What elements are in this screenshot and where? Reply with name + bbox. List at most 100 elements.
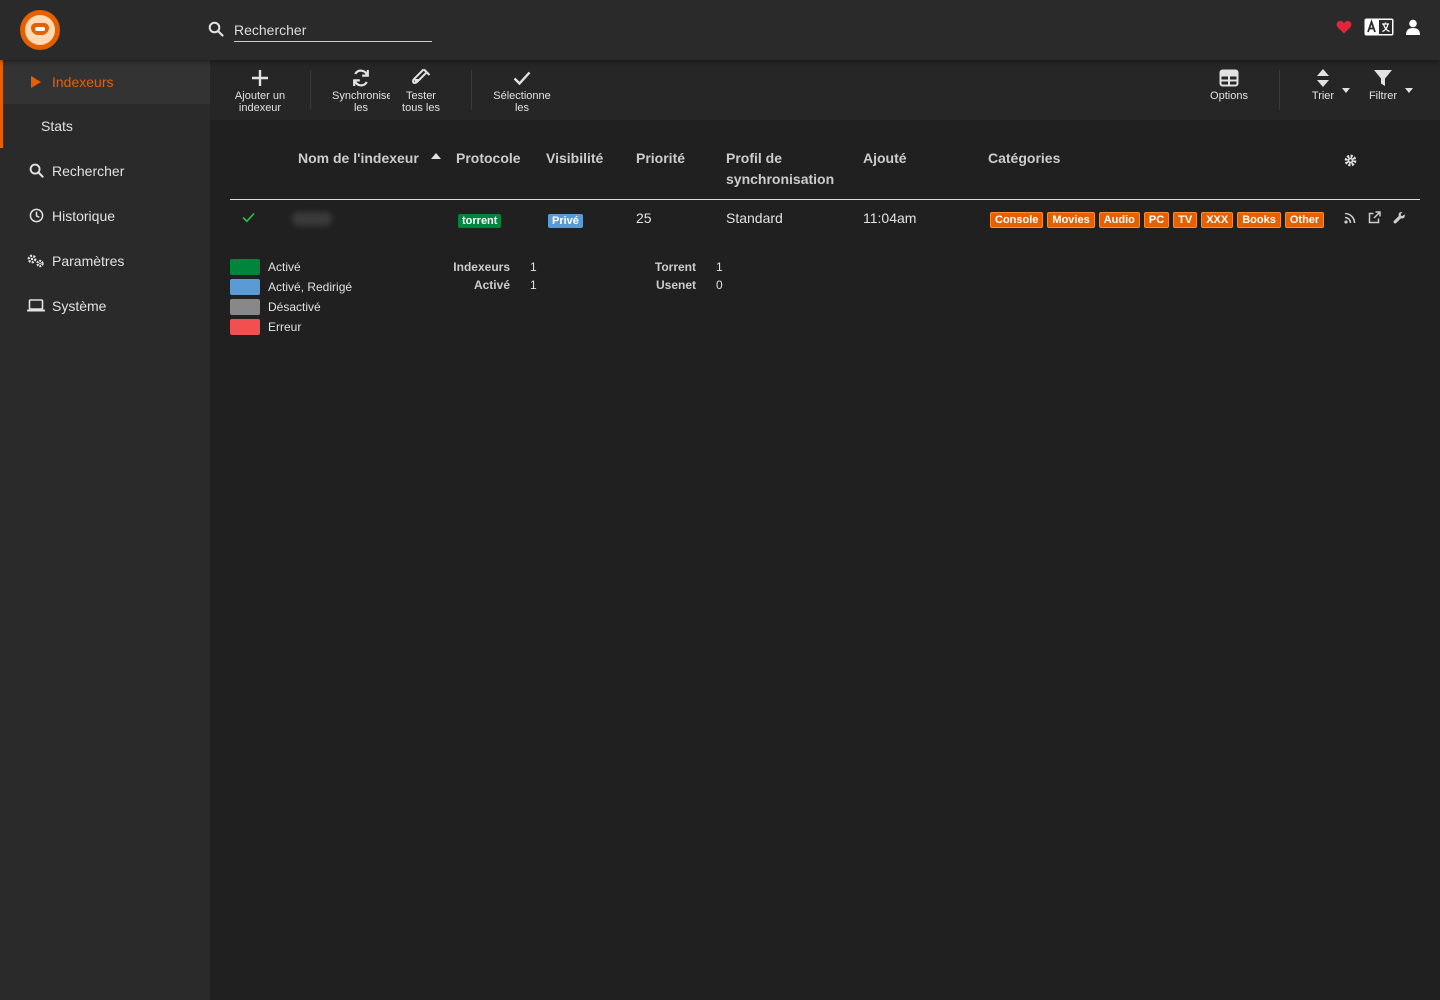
category-badge: Audio [1098, 212, 1140, 228]
category-badge: TV [1173, 212, 1198, 228]
select-button[interactable]: Sélectionne les [492, 68, 552, 114]
vial-icon [412, 68, 431, 84]
heart-icon[interactable] [1336, 20, 1352, 34]
legend-swatch [230, 299, 260, 315]
sort-button[interactable]: Trier [1308, 68, 1338, 102]
column-header-visibility[interactable]: Visibilité [546, 148, 603, 169]
status-legend: Activé Activé, Redirigé Désactivé Erreur [230, 257, 352, 337]
sync-icon [353, 69, 369, 87]
clock-icon [26, 208, 46, 223]
legend-item: Erreur [230, 317, 352, 337]
header-search [208, 18, 432, 42]
stat-value: 1 [530, 278, 537, 292]
toolbar-separator [310, 70, 311, 110]
header-actions [1336, 18, 1420, 36]
category-badge: PC [1143, 212, 1170, 228]
column-header-label: Nom de l'indexeur [298, 150, 419, 166]
category-badge: XXX [1201, 212, 1234, 228]
legend-item: Activé [230, 257, 352, 277]
row-actions [1344, 211, 1406, 227]
filter-button[interactable]: Filtrer [1366, 68, 1400, 102]
categories-cell: Console Movies Audio PC TV XXX Books Oth… [990, 212, 1325, 228]
search-input[interactable] [234, 18, 432, 42]
stat-label: Usenet [655, 278, 696, 292]
search-icon [26, 163, 46, 178]
sidebar-item-label: Indexeurs [52, 74, 114, 90]
sync-profile-cell: Standard [726, 210, 783, 226]
legend-item: Activé, Redirigé [230, 277, 352, 297]
legend-swatch [230, 279, 260, 295]
column-header-name[interactable]: Nom de l'indexeur [298, 148, 441, 169]
user-icon[interactable] [1406, 19, 1420, 35]
stat-label: Activé [473, 278, 510, 292]
legend-label: Activé, Redirigé [268, 280, 353, 294]
chevron-down-icon[interactable] [1405, 88, 1413, 93]
protocol-badge: torrent [458, 214, 502, 228]
sync-button[interactable]: Synchronise les [332, 68, 390, 114]
legend-swatch [230, 259, 260, 275]
sidebar-item-history[interactable]: Historique [0, 193, 210, 238]
plus-icon [252, 70, 268, 86]
stat-row: Usenet 0 [648, 276, 723, 294]
stat-row: Indexeurs 1 [448, 258, 537, 276]
category-badge: Books [1237, 212, 1281, 228]
category-badge: Movies [1047, 212, 1095, 228]
select-label: Sélectionne les [493, 90, 551, 114]
legend-swatch [230, 319, 260, 335]
sidebar-item-system[interactable]: Système [0, 283, 210, 328]
sidebar-item-label: Paramètres [52, 252, 125, 269]
cogs-icon [26, 254, 46, 268]
column-header-categories[interactable]: Catégories [988, 148, 1060, 169]
visibility-cell: Privé [548, 211, 583, 228]
check-icon [513, 71, 531, 86]
stat-value: 1 [530, 260, 537, 274]
gear-icon [1344, 154, 1357, 167]
sidebar-item-label: Rechercher [52, 162, 125, 179]
stat-value: 1 [716, 260, 723, 274]
test-all-button[interactable]: Tester tous les [398, 68, 444, 114]
sidebar-item-label: Stats [41, 118, 73, 134]
translate-icon[interactable] [1364, 18, 1394, 36]
rss-icon[interactable] [1344, 211, 1356, 227]
top-header [0, 0, 1440, 60]
sidebar-item-stats[interactable]: Stats [0, 104, 210, 148]
column-header-sync-profile[interactable]: Profil de synchronisation [726, 148, 836, 190]
table-row[interactable]: torrent Privé 25 Standard 11:04am Consol… [230, 200, 1420, 236]
indexer-name-redacted [292, 212, 332, 226]
wrench-icon[interactable] [1393, 211, 1406, 227]
stat-label: Indexeurs [453, 260, 510, 274]
sort-label: Trier [1311, 90, 1335, 102]
sort-icon [1317, 69, 1329, 87]
stat-value: 0 [716, 278, 723, 292]
category-badge: Other [1284, 212, 1325, 228]
chevron-down-icon[interactable] [1342, 88, 1350, 93]
toolbar-separator [471, 70, 472, 110]
toolbar-separator [1279, 70, 1280, 110]
options-button[interactable]: Options [1206, 68, 1252, 102]
filter-icon [1374, 70, 1392, 86]
stat-row: Torrent 1 [648, 258, 723, 276]
sidebar: Indexeurs Stats Rechercher Historique Pa… [0, 60, 210, 1000]
protocol-cell: torrent [458, 211, 502, 228]
laptop-icon [26, 299, 46, 312]
sidebar-item-label: Système [52, 297, 107, 314]
column-header-protocol[interactable]: Protocole [456, 148, 521, 169]
column-header-added[interactable]: Ajouté [863, 148, 907, 169]
column-header-priority[interactable]: Priorité [636, 148, 685, 169]
logo-mark [25, 15, 55, 45]
table-options-button[interactable] [1344, 152, 1357, 173]
add-indexer-button[interactable]: Ajouter un indexeur [230, 68, 290, 114]
filter-label: Filtrer [1368, 90, 1398, 102]
sidebar-item-indexers[interactable]: Indexeurs [0, 60, 210, 104]
sync-label: Synchronise les [332, 90, 390, 114]
legend-label: Activé [268, 260, 301, 274]
external-link-icon[interactable] [1368, 211, 1381, 227]
legend-item: Désactivé [230, 297, 352, 317]
sidebar-item-settings[interactable]: Paramètres [0, 238, 210, 283]
play-icon [26, 76, 46, 88]
visibility-badge: Privé [548, 214, 583, 228]
stat-label: Torrent [654, 260, 696, 274]
app-logo[interactable] [20, 10, 60, 50]
page-toolbar: Ajouter un indexeur Synchronise les Test… [210, 60, 1440, 120]
sidebar-item-search[interactable]: Rechercher [0, 148, 210, 193]
